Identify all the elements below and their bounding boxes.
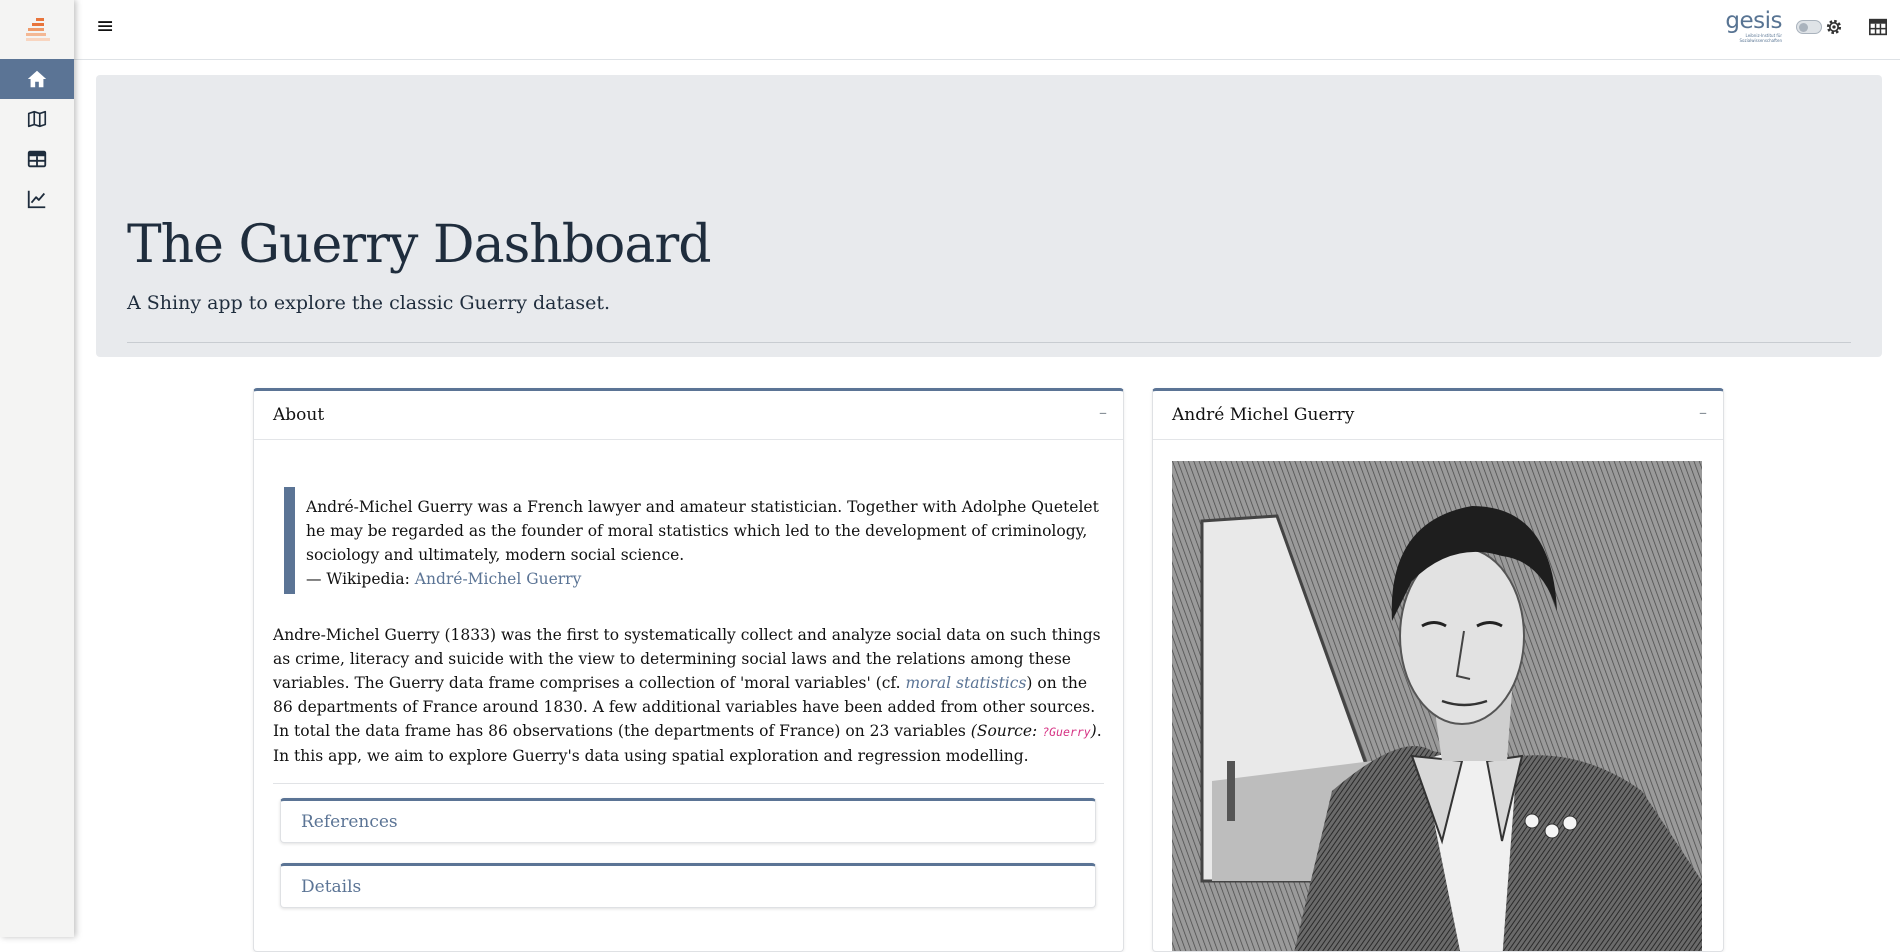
sidebar-item-home[interactable] bbox=[0, 59, 74, 99]
about-divider bbox=[273, 783, 1104, 784]
quote-text: André-Michel Guerry was a French lawyer … bbox=[306, 498, 1099, 564]
map-icon bbox=[27, 110, 47, 128]
wikipedia-quote: André-Michel Guerry was a French lawyer … bbox=[284, 487, 1116, 594]
toggle-knob bbox=[1799, 22, 1808, 32]
quote-source-link[interactable]: André-Michel Guerry bbox=[415, 570, 582, 588]
chart-line-icon bbox=[27, 190, 46, 209]
about-card: About – André-Michel Guerry was a French… bbox=[253, 388, 1124, 952]
details-accordion[interactable]: Details bbox=[280, 863, 1096, 908]
references-accordion[interactable]: References bbox=[280, 798, 1096, 843]
grid-table-icon[interactable] bbox=[1868, 18, 1888, 36]
hero-divider bbox=[127, 342, 1851, 343]
portrait-collapse-button[interactable]: – bbox=[1699, 403, 1707, 422]
hero-jumbotron: The Guerry Dashboard A Shiny app to expl… bbox=[96, 75, 1882, 357]
sidebar-item-table[interactable] bbox=[0, 139, 74, 179]
about-paragraph: Andre-Michel Guerry (1833) was the first… bbox=[273, 623, 1105, 768]
about-card-header: About – bbox=[254, 391, 1123, 440]
app-logo-icon bbox=[26, 17, 50, 41]
portrait-engraving bbox=[1172, 461, 1702, 951]
page-title: The Guerry Dashboard bbox=[127, 215, 712, 275]
about-collapse-button[interactable]: – bbox=[1099, 403, 1107, 422]
guerry-code: ?Guerry bbox=[1042, 725, 1091, 739]
gesis-logo-subtitle: Leibniz-Institut für Sozialwissenschafte… bbox=[1739, 33, 1782, 43]
theme-toggle[interactable] bbox=[1796, 20, 1822, 34]
settings-gear-icon[interactable] bbox=[1824, 17, 1844, 37]
references-label: References bbox=[301, 812, 398, 832]
guerry-portrait-image bbox=[1172, 461, 1702, 951]
table-icon bbox=[27, 150, 47, 168]
app-logo[interactable] bbox=[0, 0, 74, 59]
guerry-portrait-card: André Michel Guerry – bbox=[1152, 388, 1724, 952]
portrait-card-header: André Michel Guerry – bbox=[1153, 391, 1723, 440]
home-icon bbox=[27, 70, 47, 88]
gesis-logo-word: gesis bbox=[1725, 8, 1782, 34]
menu-toggle-icon[interactable]: ≡ bbox=[96, 16, 114, 38]
about-card-title: About bbox=[273, 405, 325, 425]
top-header: ≡ gesis Leibniz-Institut für Sozialwisse… bbox=[74, 0, 1900, 60]
source-open: (Source: bbox=[970, 722, 1043, 740]
quote-source-prefix: — Wikipedia: bbox=[306, 570, 415, 588]
sidebar bbox=[0, 0, 74, 937]
details-label: Details bbox=[301, 877, 362, 897]
sidebar-item-map[interactable] bbox=[0, 99, 74, 139]
gesis-logo[interactable]: gesis Leibniz-Institut für Sozialwissens… bbox=[1722, 10, 1782, 46]
portrait-card-title: André Michel Guerry bbox=[1172, 405, 1355, 425]
sidebar-item-chart[interactable] bbox=[0, 179, 74, 219]
page-subtitle: A Shiny app to explore the classic Guerr… bbox=[127, 292, 611, 314]
moral-statistics-link[interactable]: moral statistics bbox=[905, 674, 1026, 692]
